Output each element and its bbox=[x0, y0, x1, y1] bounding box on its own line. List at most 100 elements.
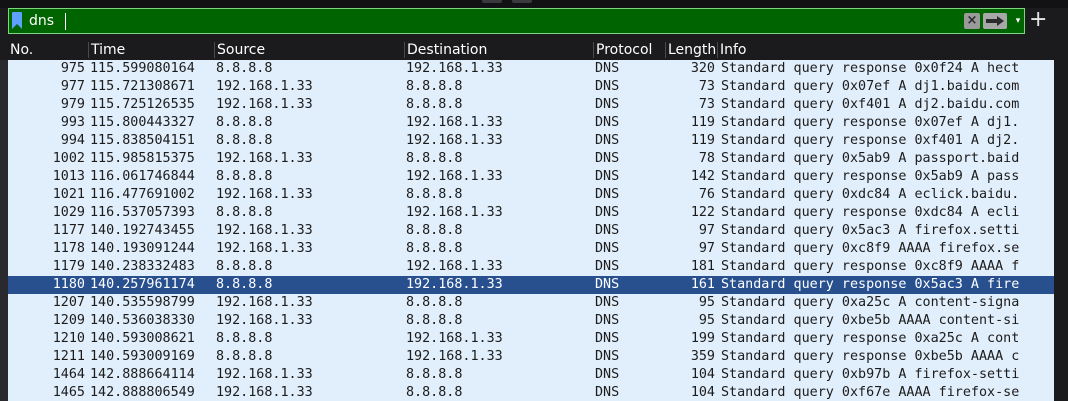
packet-source: 8.8.8.8 bbox=[216, 331, 273, 346]
apply-filter-arrow-icon[interactable] bbox=[983, 13, 1007, 29]
packet-row[interactable]: 975 115.599080164 8.8.8.8 192.168.1.33 DNS 32… bbox=[8, 60, 1054, 78]
packet-protocol: DNS bbox=[595, 349, 620, 364]
column-header-time[interactable]: Time bbox=[89, 40, 214, 60]
packet-info: Standard query response 0x5ab9 A pass bbox=[721, 169, 1020, 184]
packet-row[interactable]: 979 115.725126535 192.168.1.33 8.8.8.8 DNS 73… bbox=[8, 96, 1054, 114]
packet-length: 181 bbox=[690, 259, 715, 274]
packet-length: 359 bbox=[690, 349, 715, 364]
packet-destination: 192.168.1.33 bbox=[406, 61, 503, 76]
packet-row[interactable]: 1029 116.537057393 8.8.8.8 192.168.1.33 DNS 1… bbox=[8, 204, 1054, 222]
packet-destination: 8.8.8.8 bbox=[406, 313, 463, 328]
packet-source: 192.168.1.33 bbox=[216, 151, 313, 166]
packet-row[interactable]: 994 115.838504151 8.8.8.8 192.168.1.33 DNS 11… bbox=[8, 132, 1054, 150]
packet-destination: 8.8.8.8 bbox=[406, 79, 463, 94]
packet-protocol: DNS bbox=[595, 205, 620, 220]
packet-length: 199 bbox=[690, 331, 715, 346]
packet-number: 977 bbox=[60, 79, 85, 94]
toolbar-handle bbox=[512, 0, 532, 3]
toolbar-handle bbox=[482, 0, 502, 3]
packet-length: 119 bbox=[690, 133, 715, 148]
filter-history-dropdown-icon[interactable]: ▾ bbox=[1012, 12, 1024, 30]
packet-source: 192.168.1.33 bbox=[216, 97, 313, 112]
packet-source: 8.8.8.8 bbox=[216, 61, 273, 76]
packet-row[interactable]: 1209 140.536038330 192.168.1.33 8.8.8.8 DNS 9… bbox=[8, 312, 1054, 330]
packet-time: 140.192743455 bbox=[90, 223, 195, 238]
packet-row[interactable]: 1013 116.061746844 8.8.8.8 192.168.1.33 DNS 1… bbox=[8, 168, 1054, 186]
packet-source: 8.8.8.8 bbox=[216, 349, 273, 364]
packet-destination: 8.8.8.8 bbox=[406, 97, 463, 112]
packet-time: 142.888664114 bbox=[90, 367, 195, 382]
column-header-length[interactable]: Length bbox=[666, 40, 718, 60]
packet-destination: 192.168.1.33 bbox=[406, 133, 503, 148]
packet-protocol: DNS bbox=[595, 367, 620, 382]
packet-info: Standard query 0xb97b A firefox-setti bbox=[721, 367, 1020, 382]
packet-source: 192.168.1.33 bbox=[216, 385, 313, 400]
column-header-destination[interactable]: Destination bbox=[405, 40, 593, 60]
packet-row[interactable]: 977 115.721308671 192.168.1.33 8.8.8.8 DNS 73… bbox=[8, 78, 1054, 96]
packet-time: 115.838504151 bbox=[90, 133, 195, 148]
packet-source: 8.8.8.8 bbox=[216, 259, 273, 274]
packet-protocol: DNS bbox=[595, 115, 620, 130]
packet-destination: 8.8.8.8 bbox=[406, 385, 463, 400]
packet-row[interactable]: 1177 140.192743455 192.168.1.33 8.8.8.8 DNS 9… bbox=[8, 222, 1054, 240]
packet-protocol: DNS bbox=[595, 187, 620, 202]
packet-row-selected[interactable]: 1180 140.257961174 8.8.8.8 192.168.1.33 DNS 1… bbox=[8, 276, 1054, 294]
packet-protocol: DNS bbox=[595, 223, 620, 238]
packet-protocol: DNS bbox=[595, 169, 620, 184]
packet-time: 116.477691002 bbox=[90, 187, 195, 202]
left-gutter bbox=[0, 60, 8, 401]
packet-time: 140.535598799 bbox=[90, 295, 195, 310]
packet-row[interactable]: 1465 142.888806549 192.168.1.33 8.8.8.8 DNS 1… bbox=[8, 384, 1054, 401]
packet-list-scrollbar[interactable] bbox=[1054, 60, 1068, 401]
packet-info: Standard query 0x07ef A dj1.baidu.com bbox=[721, 79, 1020, 94]
packet-row[interactable]: 1464 142.888664114 192.168.1.33 8.8.8.8 DNS 1… bbox=[8, 366, 1054, 384]
packet-destination: 8.8.8.8 bbox=[406, 367, 463, 382]
packet-info: Standard query 0xbe5b AAAA content-si bbox=[721, 313, 1020, 328]
packet-row[interactable]: 993 115.800443327 8.8.8.8 192.168.1.33 DNS 11… bbox=[8, 114, 1054, 132]
packet-number: 1465 bbox=[52, 385, 85, 400]
packet-row[interactable]: 1211 140.593009169 8.8.8.8 192.168.1.33 DNS 3… bbox=[8, 348, 1054, 366]
packet-time: 140.238332483 bbox=[90, 259, 195, 274]
packet-row[interactable]: 1179 140.238332483 8.8.8.8 192.168.1.33 DNS 1… bbox=[8, 258, 1054, 276]
packet-number: 975 bbox=[60, 61, 85, 76]
packet-info: Standard query 0xf67e AAAA firefox-se bbox=[721, 385, 1020, 400]
packet-protocol: DNS bbox=[595, 79, 620, 94]
column-header-info[interactable]: Info bbox=[718, 40, 1060, 60]
packet-time: 115.599080164 bbox=[90, 61, 195, 76]
packet-row[interactable]: 1002 115.985815375 192.168.1.33 8.8.8.8 DNS 7… bbox=[8, 150, 1054, 168]
packet-length: 76 bbox=[698, 187, 715, 202]
packet-length: 161 bbox=[690, 277, 715, 292]
packet-source: 8.8.8.8 bbox=[216, 277, 273, 292]
packet-length: 122 bbox=[690, 205, 715, 220]
packet-destination: 8.8.8.8 bbox=[406, 241, 463, 256]
packet-protocol: DNS bbox=[595, 331, 620, 346]
packet-time: 115.721308671 bbox=[90, 79, 195, 94]
column-header-source[interactable]: Source bbox=[215, 40, 404, 60]
packet-destination: 192.168.1.33 bbox=[406, 169, 503, 184]
packet-info: Standard query response 0x0f24 A hect bbox=[721, 61, 1020, 76]
packet-protocol: DNS bbox=[595, 277, 620, 292]
packet-row[interactable]: 1207 140.535598799 192.168.1.33 8.8.8.8 DNS 9… bbox=[8, 294, 1054, 312]
add-filter-button-icon[interactable]: + bbox=[1029, 9, 1047, 32]
packet-row[interactable]: 1021 116.477691002 192.168.1.33 8.8.8.8 DNS 7… bbox=[8, 186, 1054, 204]
packet-number: 1179 bbox=[52, 259, 85, 274]
column-header-protocol[interactable]: Protocol bbox=[594, 40, 665, 60]
packet-time: 140.593009169 bbox=[90, 349, 195, 364]
packet-row[interactable]: 1210 140.593008621 8.8.8.8 192.168.1.33 DNS 1… bbox=[8, 330, 1054, 348]
packet-protocol: DNS bbox=[595, 385, 620, 400]
packet-info: Standard query response 0x5ac3 A fire bbox=[721, 277, 1020, 292]
packet-destination: 192.168.1.33 bbox=[406, 349, 503, 364]
packet-length: 104 bbox=[690, 385, 715, 400]
bookmark-icon[interactable] bbox=[12, 12, 22, 29]
packet-length: 97 bbox=[698, 223, 715, 238]
display-filter-input[interactable]: dns bbox=[29, 12, 54, 30]
packet-source: 8.8.8.8 bbox=[216, 115, 273, 130]
packet-row[interactable]: 1178 140.193091244 192.168.1.33 8.8.8.8 DNS 9… bbox=[8, 240, 1054, 258]
packet-number: 1211 bbox=[52, 349, 85, 364]
column-header-no[interactable]: No. bbox=[8, 40, 88, 60]
packet-destination: 192.168.1.33 bbox=[406, 259, 503, 274]
packet-time: 115.800443327 bbox=[90, 115, 195, 130]
packet-protocol: DNS bbox=[595, 295, 620, 310]
clear-filter-icon[interactable]: × bbox=[964, 13, 980, 29]
packet-info: Standard query response 0x07ef A dj1. bbox=[721, 115, 1020, 130]
